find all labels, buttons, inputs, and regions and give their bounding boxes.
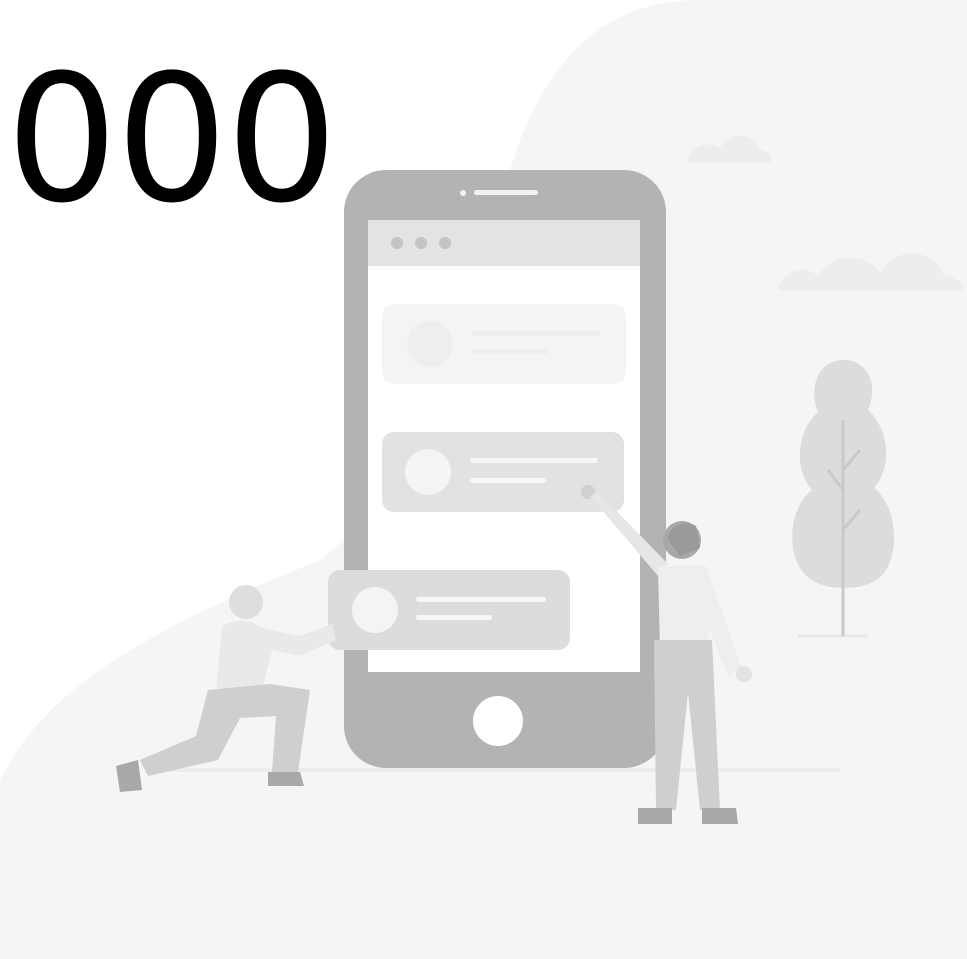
browser-dot — [391, 237, 403, 249]
floating-card — [328, 570, 570, 650]
phone-speaker — [474, 190, 538, 195]
phone-camera-dot — [460, 190, 466, 196]
smartphone-illustration — [344, 170, 666, 768]
browser-dot — [439, 237, 451, 249]
onboarding-illustration-screen: ,000 — [0, 0, 967, 959]
headline-number: ,000 — [0, 37, 338, 242]
phone-home-button — [473, 696, 523, 746]
phone-browser-bar — [368, 220, 640, 266]
browser-dot — [415, 237, 427, 249]
